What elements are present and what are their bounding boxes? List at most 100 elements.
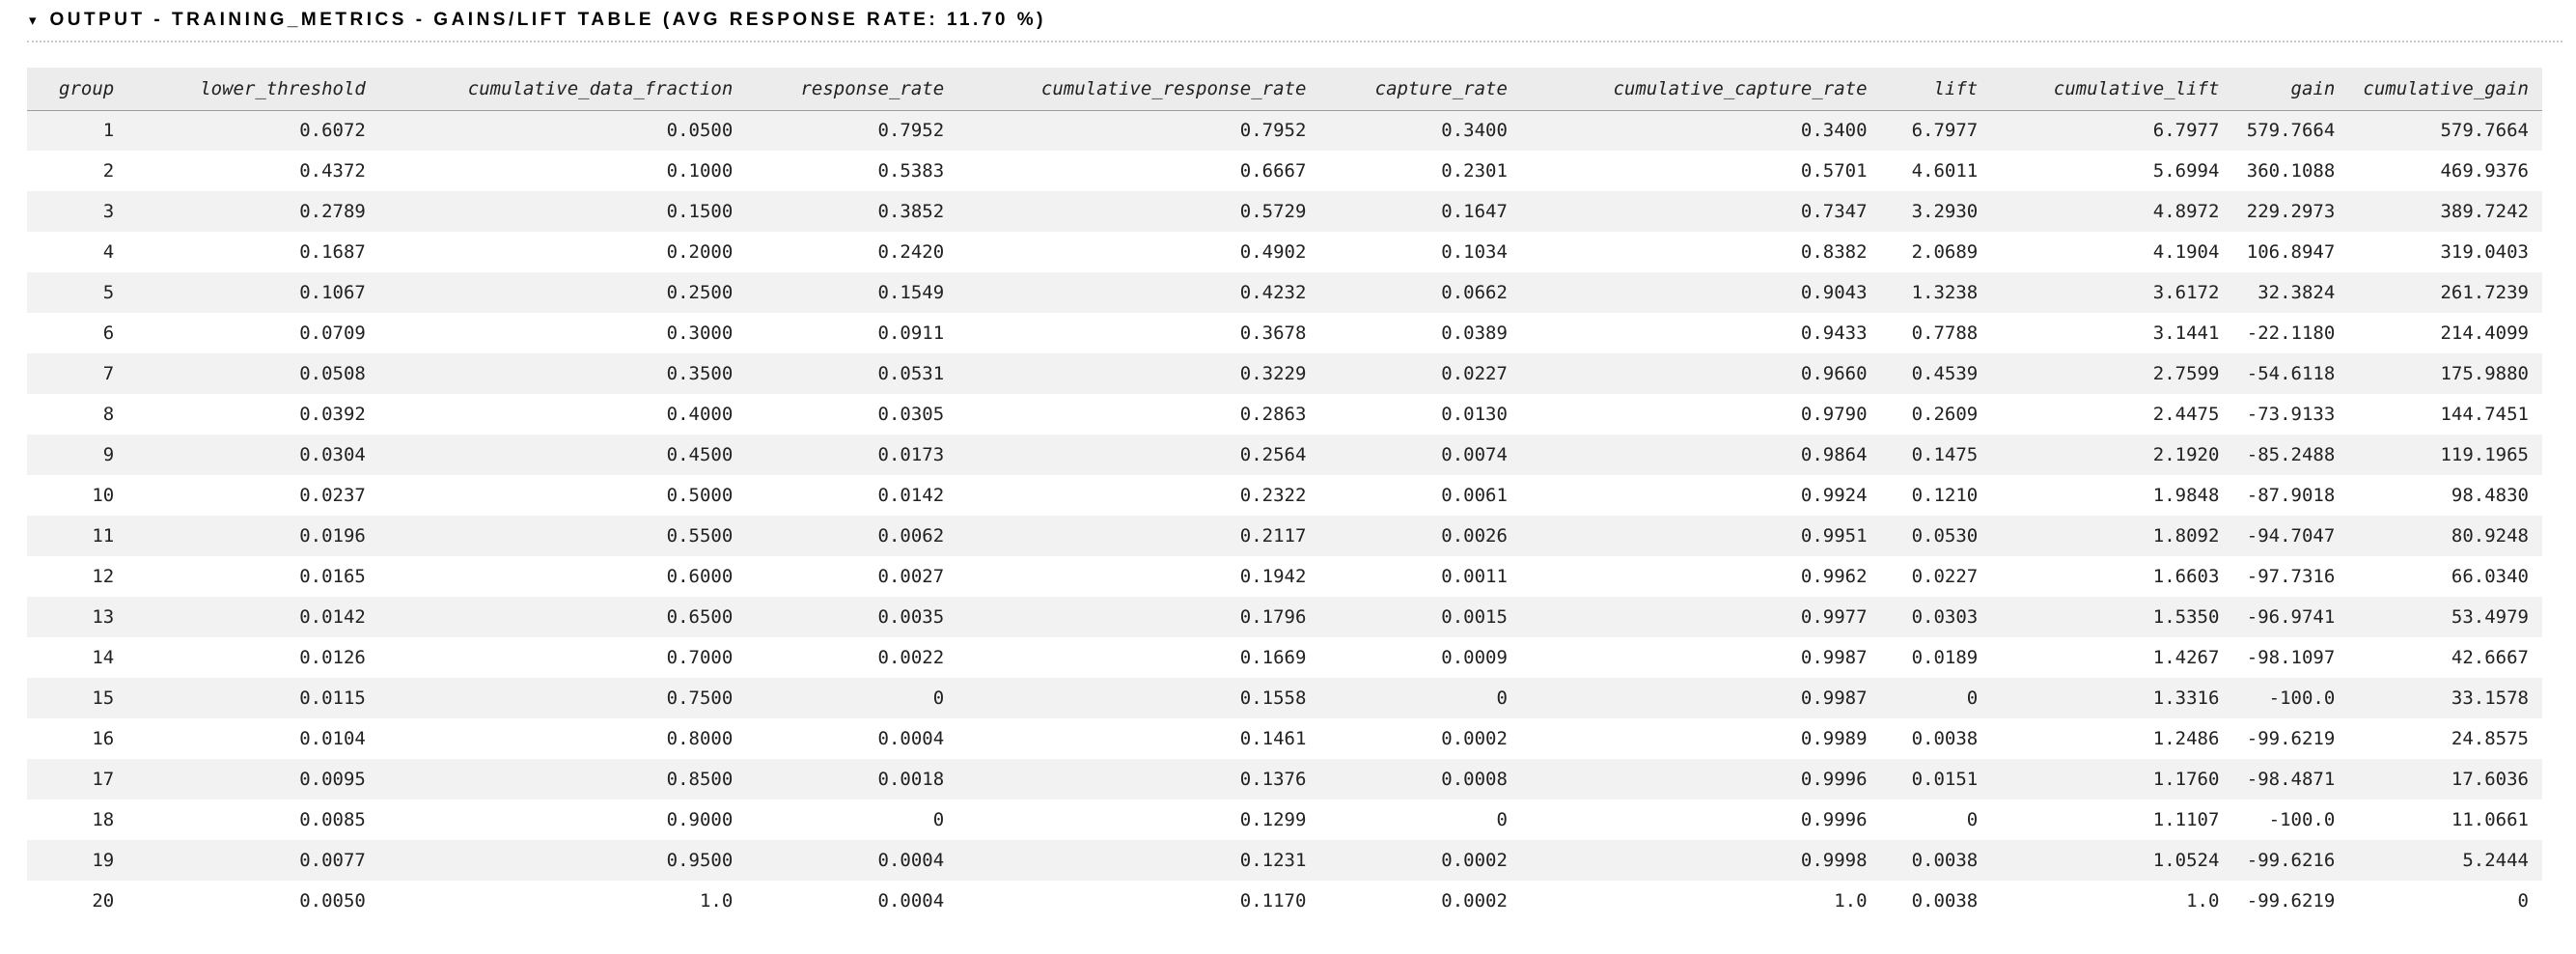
table-cell-gain: -54.6118 xyxy=(2232,353,2348,394)
table-cell-cumulative_response_rate: 0.1796 xyxy=(957,597,1319,637)
table-cell-cumulative_data_fraction: 0.4500 xyxy=(379,435,746,475)
table-cell-lower_threshold: 0.0104 xyxy=(127,718,379,759)
table-cell-group: 2 xyxy=(27,151,127,191)
table-cell-cumulative_data_fraction: 0.3000 xyxy=(379,313,746,353)
table-cell-group: 18 xyxy=(27,800,127,840)
table-cell-group: 10 xyxy=(27,475,127,516)
table-cell-capture_rate: 0.3400 xyxy=(1319,110,1520,151)
table-cell-cumulative_gain: 261.7239 xyxy=(2348,272,2542,313)
table-cell-cumulative_capture_rate: 0.9043 xyxy=(1521,272,1881,313)
table-cell-group: 3 xyxy=(27,191,127,232)
table-cell-group: 14 xyxy=(27,637,127,678)
table-cell-group: 11 xyxy=(27,516,127,556)
table-cell-cumulative_data_fraction: 0.2000 xyxy=(379,232,746,272)
table-cell-cumulative_gain: 144.7451 xyxy=(2348,394,2542,435)
table-cell-cumulative_capture_rate: 0.9989 xyxy=(1521,718,1881,759)
collapse-caret-icon[interactable]: ▾ xyxy=(29,14,37,28)
table-cell-capture_rate: 0.1647 xyxy=(1319,191,1520,232)
table-cell-cumulative_response_rate: 0.7952 xyxy=(957,110,1319,151)
table-cell-cumulative_data_fraction: 0.7500 xyxy=(379,678,746,718)
table-cell-cumulative_capture_rate: 0.9962 xyxy=(1521,556,1881,597)
table-cell-group: 6 xyxy=(27,313,127,353)
table-cell-cumulative_gain: 319.0403 xyxy=(2348,232,2542,272)
table-cell-capture_rate: 0.0026 xyxy=(1319,516,1520,556)
table-cell-cumulative_response_rate: 0.5729 xyxy=(957,191,1319,232)
column-header-cumulative_response_rate: cumulative_response_rate xyxy=(957,68,1319,110)
table-cell-cumulative_gain: 389.7242 xyxy=(2348,191,2542,232)
table-cell-cumulative_lift: 1.5350 xyxy=(1991,597,2232,637)
table-cell-group: 1 xyxy=(27,110,127,151)
table-row: 150.01150.750000.155800.998701.3316-100.… xyxy=(27,678,2542,718)
table-cell-cumulative_data_fraction: 0.6000 xyxy=(379,556,746,597)
table-row: 20.43720.10000.53830.66670.23010.57014.6… xyxy=(27,151,2542,191)
table-cell-lift: 0.1475 xyxy=(1881,435,1992,475)
table-cell-capture_rate: 0.0389 xyxy=(1319,313,1520,353)
table-cell-cumulative_lift: 1.8092 xyxy=(1991,516,2232,556)
table-cell-cumulative_response_rate: 0.1942 xyxy=(957,556,1319,597)
table-cell-cumulative_response_rate: 0.2564 xyxy=(957,435,1319,475)
table-cell-lift: 3.2930 xyxy=(1881,191,1992,232)
table-row: 130.01420.65000.00350.17960.00150.99770.… xyxy=(27,597,2542,637)
table-cell-cumulative_response_rate: 0.1558 xyxy=(957,678,1319,718)
table-row: 170.00950.85000.00180.13760.00080.99960.… xyxy=(27,759,2542,800)
table-cell-gain: -97.7316 xyxy=(2232,556,2348,597)
table-row: 30.27890.15000.38520.57290.16470.73473.2… xyxy=(27,191,2542,232)
table-cell-cumulative_gain: 0 xyxy=(2348,881,2542,921)
column-header-gain: gain xyxy=(2232,68,2348,110)
table-cell-lift: 0.0303 xyxy=(1881,597,1992,637)
table-cell-capture_rate: 0.0227 xyxy=(1319,353,1520,394)
column-header-cumulative_gain: cumulative_gain xyxy=(2348,68,2542,110)
table-cell-response_rate: 0.2420 xyxy=(746,232,957,272)
table-cell-response_rate: 0.5383 xyxy=(746,151,957,191)
table-cell-cumulative_gain: 214.4099 xyxy=(2348,313,2542,353)
table-cell-gain: 579.7664 xyxy=(2232,110,2348,151)
table-cell-lift: 0.7788 xyxy=(1881,313,1992,353)
table-cell-lower_threshold: 0.0095 xyxy=(127,759,379,800)
table-cell-group: 7 xyxy=(27,353,127,394)
table-cell-capture_rate: 0.0011 xyxy=(1319,556,1520,597)
table-cell-cumulative_data_fraction: 1.0 xyxy=(379,881,746,921)
table-cell-cumulative_lift: 1.2486 xyxy=(1991,718,2232,759)
column-header-group: group xyxy=(27,68,127,110)
table-cell-cumulative_gain: 42.6667 xyxy=(2348,637,2542,678)
table-cell-cumulative_capture_rate: 0.9987 xyxy=(1521,637,1881,678)
table-cell-lower_threshold: 0.0126 xyxy=(127,637,379,678)
table-cell-cumulative_lift: 1.4267 xyxy=(1991,637,2232,678)
table-cell-cumulative_data_fraction: 0.1000 xyxy=(379,151,746,191)
table-cell-response_rate: 0.0173 xyxy=(746,435,957,475)
table-cell-response_rate: 0.0035 xyxy=(746,597,957,637)
table-row: 50.10670.25000.15490.42320.06620.90431.3… xyxy=(27,272,2542,313)
table-row: 200.00501.00.00040.11700.00021.00.00381.… xyxy=(27,881,2542,921)
table-cell-cumulative_gain: 175.9880 xyxy=(2348,353,2542,394)
table-cell-cumulative_gain: 98.4830 xyxy=(2348,475,2542,516)
table-cell-capture_rate: 0.0061 xyxy=(1319,475,1520,516)
table-row: 160.01040.80000.00040.14610.00020.99890.… xyxy=(27,718,2542,759)
table-cell-cumulative_capture_rate: 0.9660 xyxy=(1521,353,1881,394)
table-cell-cumulative_data_fraction: 0.9500 xyxy=(379,840,746,881)
table-cell-cumulative_response_rate: 0.4232 xyxy=(957,272,1319,313)
table-cell-capture_rate: 0.0008 xyxy=(1319,759,1520,800)
column-header-cumulative_capture_rate: cumulative_capture_rate xyxy=(1521,68,1881,110)
gains-lift-table: grouplower_thresholdcumulative_data_frac… xyxy=(27,68,2542,921)
table-cell-group: 12 xyxy=(27,556,127,597)
table-cell-lower_threshold: 0.0237 xyxy=(127,475,379,516)
table-cell-response_rate: 0 xyxy=(746,678,957,718)
table-row: 140.01260.70000.00220.16690.00090.99870.… xyxy=(27,637,2542,678)
table-cell-cumulative_lift: 5.6994 xyxy=(1991,151,2232,191)
table-cell-lift: 0.4539 xyxy=(1881,353,1992,394)
table-cell-response_rate: 0.0911 xyxy=(746,313,957,353)
table-cell-group: 4 xyxy=(27,232,127,272)
table-cell-cumulative_lift: 1.1760 xyxy=(1991,759,2232,800)
table-cell-cumulative_capture_rate: 0.9987 xyxy=(1521,678,1881,718)
table-cell-lower_threshold: 0.0392 xyxy=(127,394,379,435)
table-cell-cumulative_capture_rate: 0.9977 xyxy=(1521,597,1881,637)
column-header-lower_threshold: lower_threshold xyxy=(127,68,379,110)
table-cell-lift: 0.2609 xyxy=(1881,394,1992,435)
table-cell-cumulative_data_fraction: 0.0500 xyxy=(379,110,746,151)
table-row: 120.01650.60000.00270.19420.00110.99620.… xyxy=(27,556,2542,597)
table-cell-gain: 32.3824 xyxy=(2232,272,2348,313)
table-cell-response_rate: 0.0022 xyxy=(746,637,957,678)
section-title: OUTPUT - TRAINING_METRICS - GAINS/LIFT T… xyxy=(50,10,1046,31)
section-header-toggle[interactable]: ▾ OUTPUT - TRAINING_METRICS - GAINS/LIFT… xyxy=(27,6,2562,42)
table-cell-gain: -94.7047 xyxy=(2232,516,2348,556)
